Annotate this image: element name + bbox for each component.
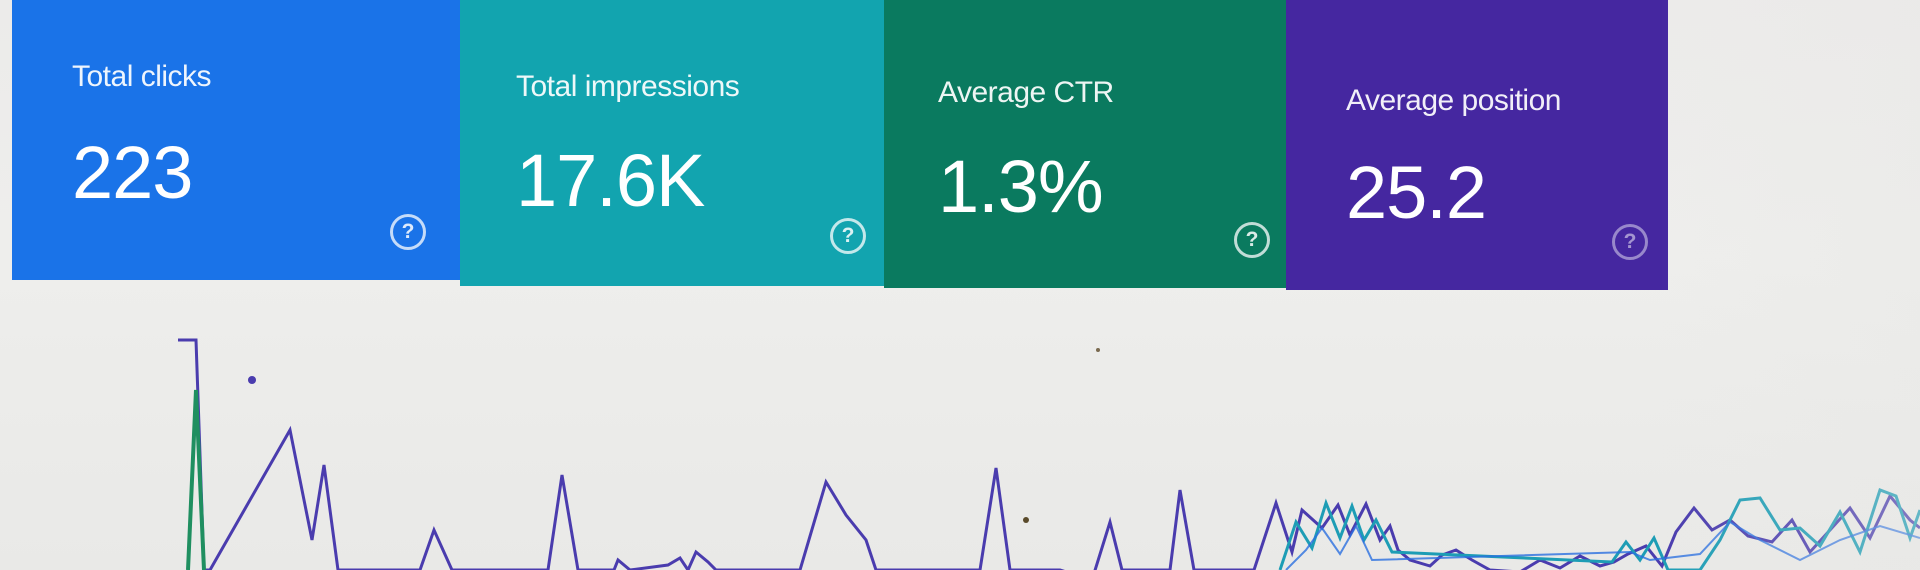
average-ctr-label: Average CTR bbox=[938, 76, 1114, 109]
total-impressions-label: Total impressions bbox=[516, 70, 740, 103]
position-series-line bbox=[178, 338, 1920, 570]
average-ctr-value: 1.3% bbox=[938, 145, 1104, 228]
performance-screen: Total clicks 223 ? Total impressions 17.… bbox=[0, 0, 1920, 570]
average-position-value: 25.2 bbox=[1346, 151, 1487, 234]
metric-cards: Total clicks 223 ? Total impressions 17.… bbox=[12, 0, 1668, 290]
total-impressions-value: 17.6K bbox=[516, 139, 705, 222]
data-point bbox=[1023, 517, 1029, 523]
total-clicks-card[interactable]: Total clicks 223 ? bbox=[12, 0, 462, 280]
average-position-label: Average position bbox=[1346, 84, 1561, 117]
performance-chart bbox=[178, 338, 1920, 570]
average-ctr-card[interactable]: Average CTR 1.3% ? bbox=[884, 0, 1298, 288]
help-circle-icon[interactable]: ? bbox=[390, 214, 426, 250]
help-circle-icon[interactable]: ? bbox=[1234, 222, 1270, 258]
ctr-series-line bbox=[186, 389, 206, 570]
total-clicks-label: Total clicks bbox=[72, 60, 212, 93]
help-circle-icon[interactable]: ? bbox=[830, 218, 866, 254]
data-point bbox=[1096, 348, 1100, 352]
total-clicks-value: 223 bbox=[72, 131, 193, 214]
data-point bbox=[248, 376, 256, 384]
help-circle-icon[interactable]: ? bbox=[1612, 224, 1648, 260]
average-position-card[interactable]: Average position 25.2 ? bbox=[1286, 0, 1668, 290]
total-impressions-card[interactable]: Total impressions 17.6K ? bbox=[460, 0, 896, 286]
